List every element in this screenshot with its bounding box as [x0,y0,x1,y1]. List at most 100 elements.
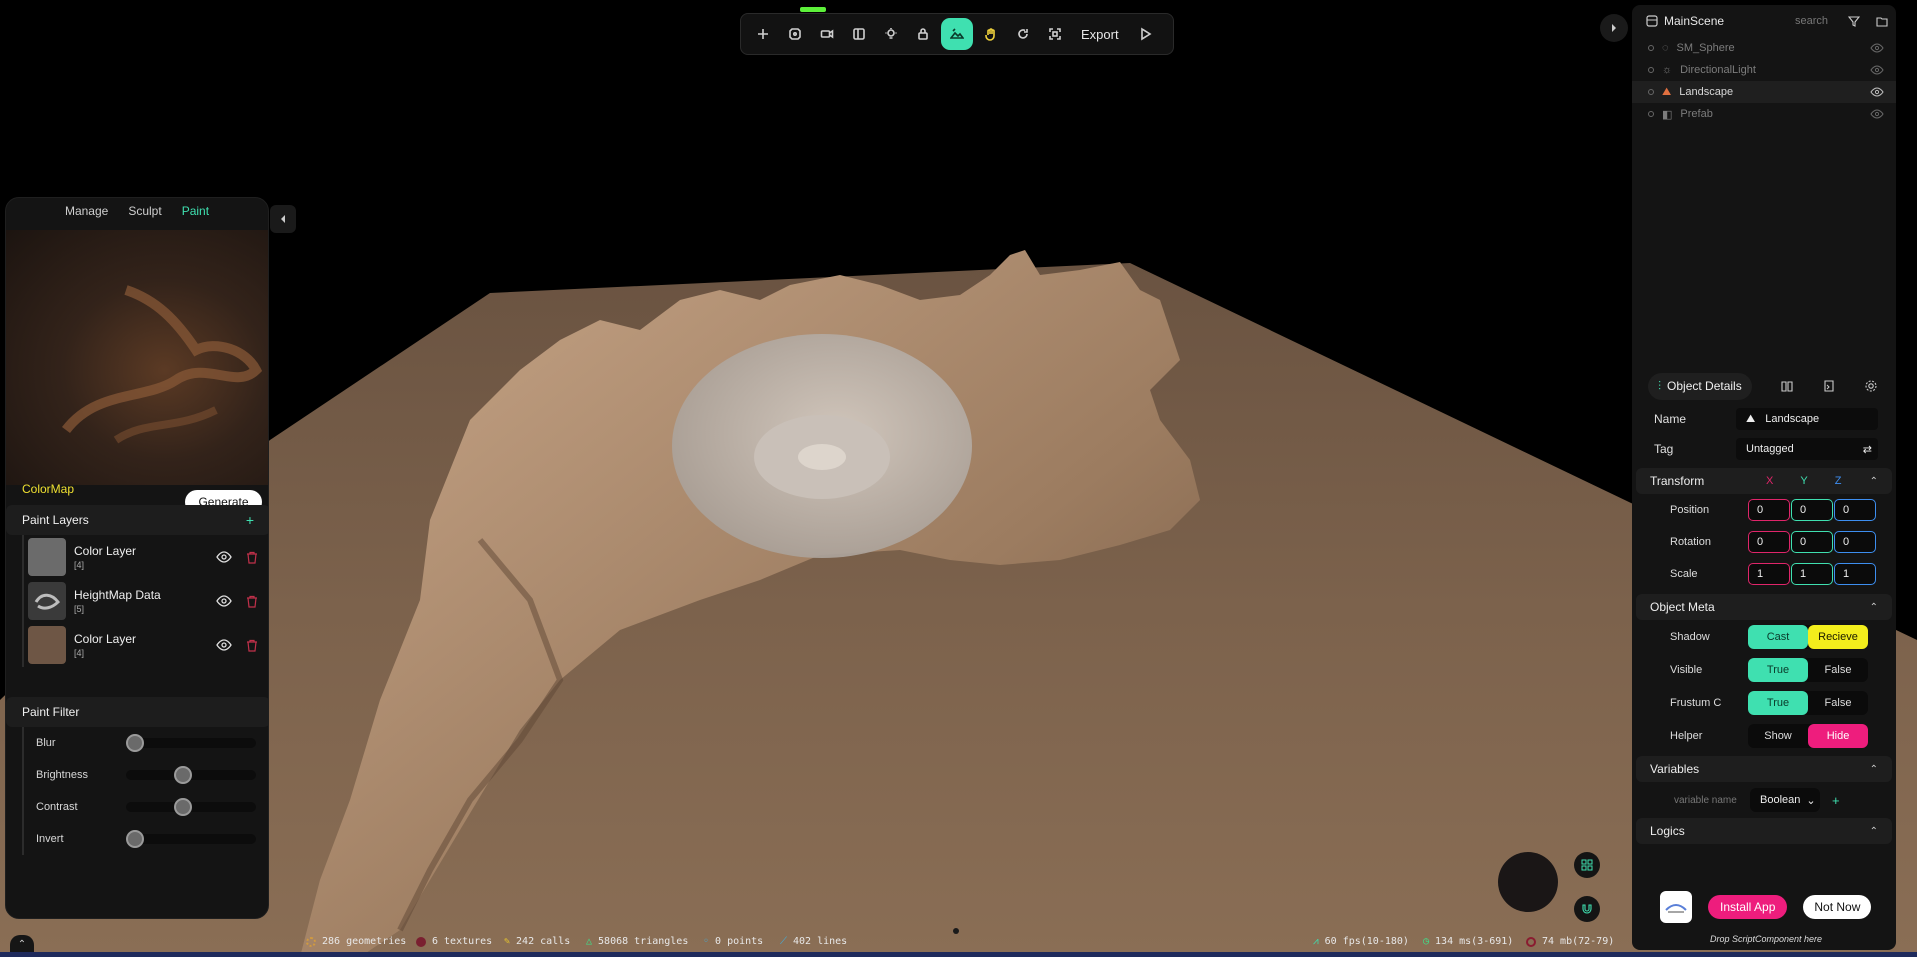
layer-count: [5] [74,604,85,614]
layer-item[interactable]: Color Layer [4] [6,623,268,667]
variable-name-input[interactable]: variable name [1668,789,1748,811]
frustum-true-button[interactable]: True [1748,690,1808,715]
tab-object-details[interactable]: ⫶ Object Details [1648,372,1752,400]
tree-item[interactable]: ◌ SM_Sphere [1632,37,1896,59]
tab-paint[interactable]: Paint [182,204,209,218]
scene-tree: ◌ SM_Sphere ☼ DirectionalLight ⛰ Landscape … [1632,37,1896,125]
tag-select[interactable]: Untagged ⇄ [1736,438,1878,460]
layer-thumbnail [28,538,66,576]
trash-icon[interactable] [246,639,258,652]
3d-viewport[interactable] [0,0,1917,957]
contrast-slider[interactable] [126,798,256,816]
brightness-slider[interactable] [126,766,256,784]
slider-knob[interactable] [173,798,192,816]
position-y-input[interactable]: 0 [1791,499,1833,521]
gear-icon[interactable] [1864,379,1878,393]
layer-item[interactable]: HeightMap Data [5] [6,579,268,623]
layer-thumbnail [28,582,66,620]
tab-manage[interactable]: Manage [65,204,108,218]
visible-true-button[interactable]: True [1748,657,1808,682]
tree-item[interactable]: ⛰ Landscape [1632,81,1896,103]
chevron-down-icon: ⌄ [1806,794,1816,807]
tree-item[interactable]: ◧ Prefab [1632,103,1896,125]
object-meta-header[interactable]: Object Meta ⌃ [1636,594,1892,620]
trash-icon[interactable] [246,595,258,608]
eye-icon[interactable] [216,637,232,653]
navigation-orb[interactable] [1498,852,1558,912]
swap-icon[interactable]: ⇄ [1863,443,1872,456]
eye-icon[interactable] [216,549,232,565]
slider-knob[interactable] [126,734,144,752]
light-icon[interactable] [877,20,905,48]
scale-x-input[interactable]: 1 [1748,563,1790,585]
hand-icon[interactable] [977,20,1005,48]
variables-header[interactable]: Variables ⌃ [1636,756,1892,782]
filter-row-contrast: Contrast [6,791,268,823]
scale-y-input[interactable]: 1 [1791,563,1833,585]
paint-filter-section: Paint Filter Blur Brightness Contrast In… [6,697,268,855]
eye-icon[interactable] [1870,87,1884,97]
shadow-receive-button[interactable]: Recieve [1808,624,1868,649]
visible-false-button[interactable]: False [1808,658,1868,682]
trash-icon[interactable] [246,551,258,564]
script-icon[interactable] [1822,379,1836,393]
slider-knob[interactable] [126,830,144,848]
collapse-icon[interactable]: ⌃ [1870,476,1878,487]
collapse-icon[interactable]: ⌃ [1870,764,1878,775]
slider-knob[interactable] [173,766,192,784]
scale-z-input[interactable]: 1 [1834,563,1876,585]
play-icon[interactable] [1131,20,1159,48]
rotation-x-input[interactable]: 0 [1748,531,1790,553]
helper-hide-button[interactable]: Hide [1808,723,1868,748]
not-now-button[interactable]: Not Now [1803,895,1872,919]
terrain-icon: ⛰ [1746,412,1756,425]
rotation-y-input[interactable]: 0 [1791,531,1833,553]
layer-item[interactable]: Color Layer [4] [6,535,268,579]
position-x-input[interactable]: 0 [1748,499,1790,521]
name-field[interactable]: ⛰ Landscape [1736,408,1878,430]
position-z-input[interactable]: 0 [1834,499,1876,521]
transform-icon[interactable] [781,20,809,48]
material-icon[interactable] [1780,379,1794,393]
frame-icon[interactable] [1041,20,1069,48]
grid-toggle-button[interactable] [1574,852,1600,878]
add-icon[interactable] [749,20,777,48]
eye-icon[interactable] [1870,43,1884,53]
variable-type-select[interactable]: Boolean ⌄ [1750,788,1820,812]
stat-memory: 74 mb(72-79) [1526,936,1614,947]
rotation-z-input[interactable]: 0 [1834,531,1876,553]
tree-item[interactable]: ☼ DirectionalLight [1632,59,1896,81]
collapse-icon[interactable]: ⌃ [1870,826,1878,837]
folder-add-icon[interactable] [1876,15,1888,27]
tab-sculpt[interactable]: Sculpt [128,204,161,218]
transform-header[interactable]: Transform X Y Z ⌃ [1636,468,1892,494]
frustum-false-button[interactable]: False [1808,691,1868,715]
invert-slider[interactable] [126,830,256,848]
lock-icon[interactable] [909,20,937,48]
expand-bottom-button[interactable]: ⌃ [10,935,34,953]
terrain-icon[interactable] [941,18,973,50]
collapse-left-button[interactable] [270,205,296,233]
shadow-cast-button[interactable]: Cast [1748,624,1808,649]
eye-icon[interactable] [216,593,232,609]
logics-header[interactable]: Logics ⌃ [1636,818,1892,844]
panel-icon[interactable] [845,20,873,48]
add-layer-icon[interactable]: + [246,512,254,528]
filter-icon[interactable] [1848,15,1860,27]
blur-slider[interactable] [126,734,256,752]
export-button[interactable]: Export [1073,27,1127,42]
install-app-button[interactable]: Install App [1708,895,1788,919]
snap-toggle-button[interactable] [1574,896,1600,922]
scene-search-input[interactable]: search [1795,15,1828,27]
helper-show-button[interactable]: Show [1748,724,1808,748]
eye-icon[interactable] [1870,65,1884,75]
scale-label: Scale [1670,568,1698,580]
visible-label: Visible [1670,663,1703,676]
stat-value: 74 mb(72-79) [1542,936,1615,947]
collapse-right-button[interactable] [1600,14,1628,42]
add-variable-icon[interactable]: + [1832,793,1840,808]
rotate-icon[interactable] [1009,20,1037,48]
camera-icon[interactable] [813,20,841,48]
collapse-icon[interactable]: ⌃ [1870,602,1878,613]
eye-icon[interactable] [1870,109,1884,119]
